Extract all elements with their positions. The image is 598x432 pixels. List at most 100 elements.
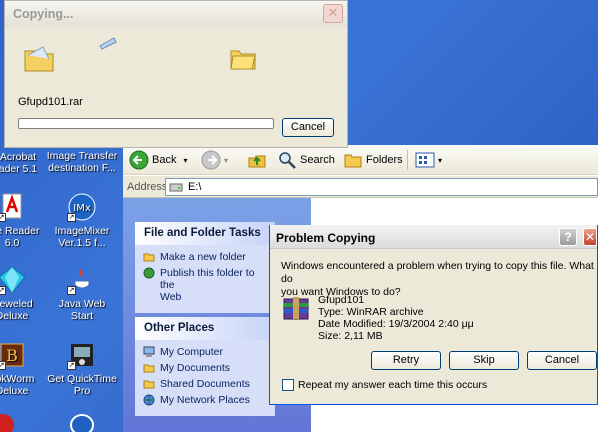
folder-icon — [344, 154, 362, 168]
close-icon: ✕ — [584, 230, 596, 244]
address-input[interactable]: E:\ — [165, 178, 598, 196]
destination-folder-icon — [230, 50, 256, 70]
other-places-panel: Other Places My Computer My Documents Sh… — [135, 317, 275, 416]
problem-close-button[interactable]: ✕ — [583, 228, 597, 246]
up-folder-icon — [248, 155, 266, 168]
folders-label: Folders — [366, 154, 403, 166]
desktop-icon-label: destination F... — [48, 162, 116, 174]
copy-cancel-button[interactable]: Cancel — [282, 118, 334, 137]
desktop-icon-label: obe Reader — [0, 225, 40, 237]
quicktime-icon: ↗ — [67, 340, 97, 370]
cancel-button[interactable]: Cancel — [527, 351, 597, 370]
copying-dialog: Copying... ✕ Gfupd101.rar Cancel — [4, 0, 348, 148]
search-label: Search — [300, 154, 335, 166]
desktop-icon-partial-globe[interactable] — [70, 414, 94, 432]
shared-documents-link[interactable]: Shared Documents — [143, 378, 267, 390]
problem-dialog-title: Problem Copying — [276, 231, 376, 245]
address-bar: Address E:\ — [123, 176, 598, 198]
file-details: Gfupd101 Type: WinRAR archive Date Modif… — [318, 294, 474, 342]
copying-filename: Gfupd101.rar — [18, 96, 83, 108]
bookworm-icon: B ↗ — [0, 340, 27, 370]
make-new-folder-link[interactable]: Make a new folder — [143, 251, 267, 263]
copy-progress-bar — [18, 118, 274, 129]
my-computer-link[interactable]: My Computer — [143, 346, 267, 358]
views-button[interactable]: ▾ — [415, 149, 442, 171]
close-button[interactable]: ✕ — [323, 4, 343, 23]
desktop-icon-label: Pro — [73, 385, 91, 397]
chevron-down-icon[interactable]: ▾ — [224, 156, 228, 165]
network-icon — [143, 394, 155, 406]
desktop-icon-quicktime[interactable]: ↗ Get QuickTime Pro — [44, 340, 120, 397]
shared-folder-icon — [143, 380, 155, 389]
explorer-toolbar: Back ▾ ▾ Search Folders ▾ — [123, 145, 598, 175]
computer-icon — [143, 346, 155, 357]
desktop-icon-adobe-reader[interactable]: ↗ obe Reader 6.0 — [0, 192, 50, 249]
repeat-answer-checkbox[interactable] — [282, 379, 294, 391]
drive-icon — [169, 183, 183, 192]
chevron-down-icon[interactable]: ▾ — [183, 156, 187, 165]
desktop-icon-label: Ver.1.5 f... — [58, 237, 106, 249]
flying-document-icon — [99, 37, 117, 50]
desktop-icon-label: Get QuickTime — [47, 373, 117, 385]
back-label: Back — [152, 154, 177, 166]
chevron-down-icon[interactable]: ▾ — [438, 156, 442, 165]
desktop-icon-java-web-start[interactable]: ↗ Java Web Start — [44, 265, 120, 322]
file-folder-tasks-panel: File and Folder Tasks Make a new folder … — [135, 222, 275, 313]
desktop-icon-label: Deluxe — [0, 310, 29, 322]
my-network-places-link[interactable]: My Network Places — [143, 394, 267, 406]
winrar-archive-icon — [283, 297, 309, 320]
retry-button[interactable]: Retry — [371, 351, 441, 370]
source-folder-icon — [24, 46, 54, 72]
file-folder-tasks-title[interactable]: File and Folder Tasks — [135, 222, 275, 245]
forward-button[interactable]: ▾ — [201, 149, 228, 171]
search-button[interactable]: Search — [277, 149, 335, 171]
desktop-icon-label: 6.0 — [4, 237, 20, 249]
desktop-icon-label: Image Transfer — [46, 150, 118, 162]
desktop-icon-label: Start — [70, 310, 94, 322]
views-icon — [415, 152, 435, 168]
desktop-icon-bejeweled[interactable]: ↗ ejeweled Deluxe — [0, 265, 50, 322]
publish-folder-link[interactable]: Publish this folder to the Web — [143, 267, 267, 303]
desktop-icon-label: ejeweled — [0, 298, 33, 310]
desktop-icon-imagemixer[interactable]: IMx ↗ ImageMixer Ver.1.5 f... — [44, 192, 120, 249]
imagemixer-icon: IMx ↗ — [67, 192, 97, 222]
help-button[interactable]: ? — [559, 228, 577, 246]
skip-button[interactable]: Skip — [449, 351, 519, 370]
file-name: Gfupd101 — [318, 294, 365, 306]
desktop-icon-label: Java Web — [58, 298, 106, 310]
copying-dialog-title: Copying... — [13, 7, 74, 21]
other-places-title[interactable]: Other Places — [135, 317, 275, 340]
problem-dialog-titlebar[interactable]: Problem Copying ? ✕ — [270, 225, 597, 249]
address-label: Address — [127, 181, 168, 193]
globe-icon — [143, 267, 155, 279]
up-folder-button[interactable] — [247, 149, 267, 171]
address-value: E:\ — [188, 181, 202, 193]
repeat-answer-label[interactable]: Repeat my answer each time this occurs — [298, 379, 487, 391]
new-folder-icon — [143, 253, 155, 262]
copying-dialog-titlebar[interactable]: Copying... ✕ — [5, 1, 347, 27]
desktop-icon-image-transfer[interactable]: Image Transfer destination F... — [44, 150, 120, 174]
file-date: Date Modified: 19/3/2004 2:40 μμ — [318, 318, 474, 330]
file-size: Size: 2,11 MB — [318, 330, 383, 342]
desktop-icon-partial-red[interactable] — [0, 414, 14, 432]
desktop-icon-label: ookWorm — [0, 373, 35, 385]
diamond-icon: ↗ — [0, 265, 27, 295]
back-arrow-icon — [129, 150, 149, 170]
svg-text:B: B — [6, 346, 18, 365]
toolbar-separator — [407, 150, 408, 170]
help-icon: ? — [564, 230, 572, 244]
desktop-icon-label: ImageMixer — [54, 225, 110, 237]
back-button[interactable]: Back ▾ — [129, 149, 187, 171]
adobe-reader-icon: ↗ — [0, 192, 27, 222]
desktop-icon-bookworm[interactable]: B ↗ ookWorm Deluxe — [0, 340, 50, 397]
desktop-icon-label: Deluxe — [0, 385, 29, 397]
folders-button[interactable]: Folders — [343, 149, 403, 171]
forward-arrow-icon — [201, 150, 221, 170]
java-icon: ↗ — [67, 265, 97, 295]
problem-copying-dialog: Problem Copying ? ✕ Windows encountered … — [269, 225, 598, 405]
file-type: Type: WinRAR archive — [318, 306, 424, 318]
search-icon — [279, 152, 296, 169]
documents-folder-icon — [143, 364, 155, 373]
my-documents-link[interactable]: My Documents — [143, 362, 267, 374]
close-icon: ✕ — [327, 5, 339, 20]
